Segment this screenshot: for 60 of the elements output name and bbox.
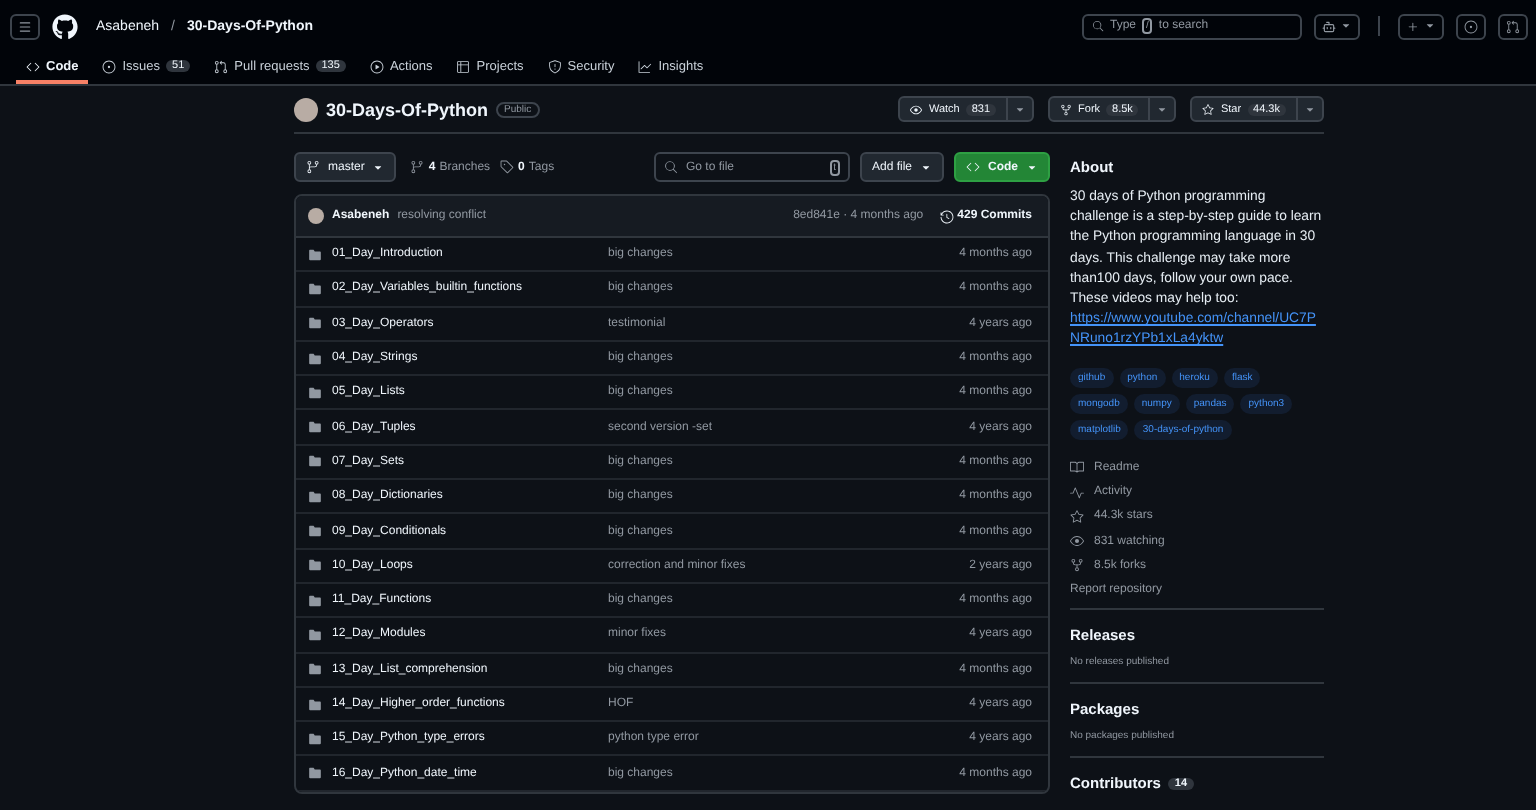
avatar	[308, 208, 324, 224]
folder-icon	[308, 420, 322, 435]
caret-icon	[1156, 103, 1169, 115]
caret-icon	[1026, 161, 1038, 173]
folder-icon	[308, 524, 322, 539]
robot-icon	[1322, 19, 1336, 33]
folder-icon	[308, 731, 322, 746]
tag-icon	[500, 160, 515, 174]
pull-request-icon	[1506, 19, 1520, 33]
fork-icon	[1060, 103, 1073, 115]
caret-icon	[1340, 20, 1352, 32]
caret-icon	[1014, 103, 1027, 115]
menu-icon	[18, 19, 32, 33]
eye-icon	[1070, 534, 1084, 549]
folder-icon	[308, 662, 322, 677]
create-button[interactable]	[1398, 13, 1444, 39]
pull-requests-button[interactable]	[1498, 13, 1528, 39]
folder-icon	[308, 489, 322, 504]
folder-icon	[308, 281, 322, 296]
branch-icon	[306, 160, 320, 174]
folder-icon	[308, 766, 322, 781]
folder-icon	[308, 247, 322, 262]
issues-button[interactable]	[1456, 13, 1486, 39]
table-icon	[456, 59, 471, 73]
eye-icon	[910, 103, 923, 115]
fork-icon	[1070, 558, 1084, 573]
search-icon	[1092, 20, 1104, 32]
folder-icon	[308, 593, 322, 608]
issue-icon	[102, 59, 117, 73]
folder-icon	[308, 558, 322, 573]
graph-icon	[638, 59, 653, 73]
github-logo-icon[interactable]	[52, 13, 78, 39]
issue-icon	[1464, 19, 1478, 33]
code-icon	[966, 160, 980, 174]
menu-button[interactable]	[10, 13, 40, 39]
code-icon	[26, 59, 40, 73]
shield-icon	[547, 59, 562, 73]
folder-icon	[308, 351, 322, 366]
star-icon	[1070, 509, 1084, 524]
caret-icon	[1304, 103, 1316, 115]
folder-icon	[308, 697, 322, 711]
folder-icon	[308, 385, 322, 400]
folder-icon	[308, 316, 322, 331]
folder-icon	[308, 454, 322, 469]
branch-icon	[410, 160, 425, 174]
avatar	[294, 97, 318, 121]
folder-icon	[308, 627, 322, 642]
pull-request-icon	[214, 59, 229, 73]
play-icon	[369, 59, 384, 73]
star-icon	[1202, 103, 1215, 115]
search-icon	[663, 160, 678, 174]
plus-icon	[1406, 19, 1420, 33]
caret-icon	[372, 161, 385, 173]
pulse-icon	[1070, 485, 1084, 500]
copilot-button[interactable]	[1314, 13, 1360, 39]
book-icon	[1070, 460, 1084, 475]
history-icon	[939, 209, 954, 223]
caret-icon	[920, 161, 932, 173]
caret-icon	[1424, 20, 1436, 32]
repo-title[interactable]: 30-Days-Of-Python	[326, 99, 489, 119]
